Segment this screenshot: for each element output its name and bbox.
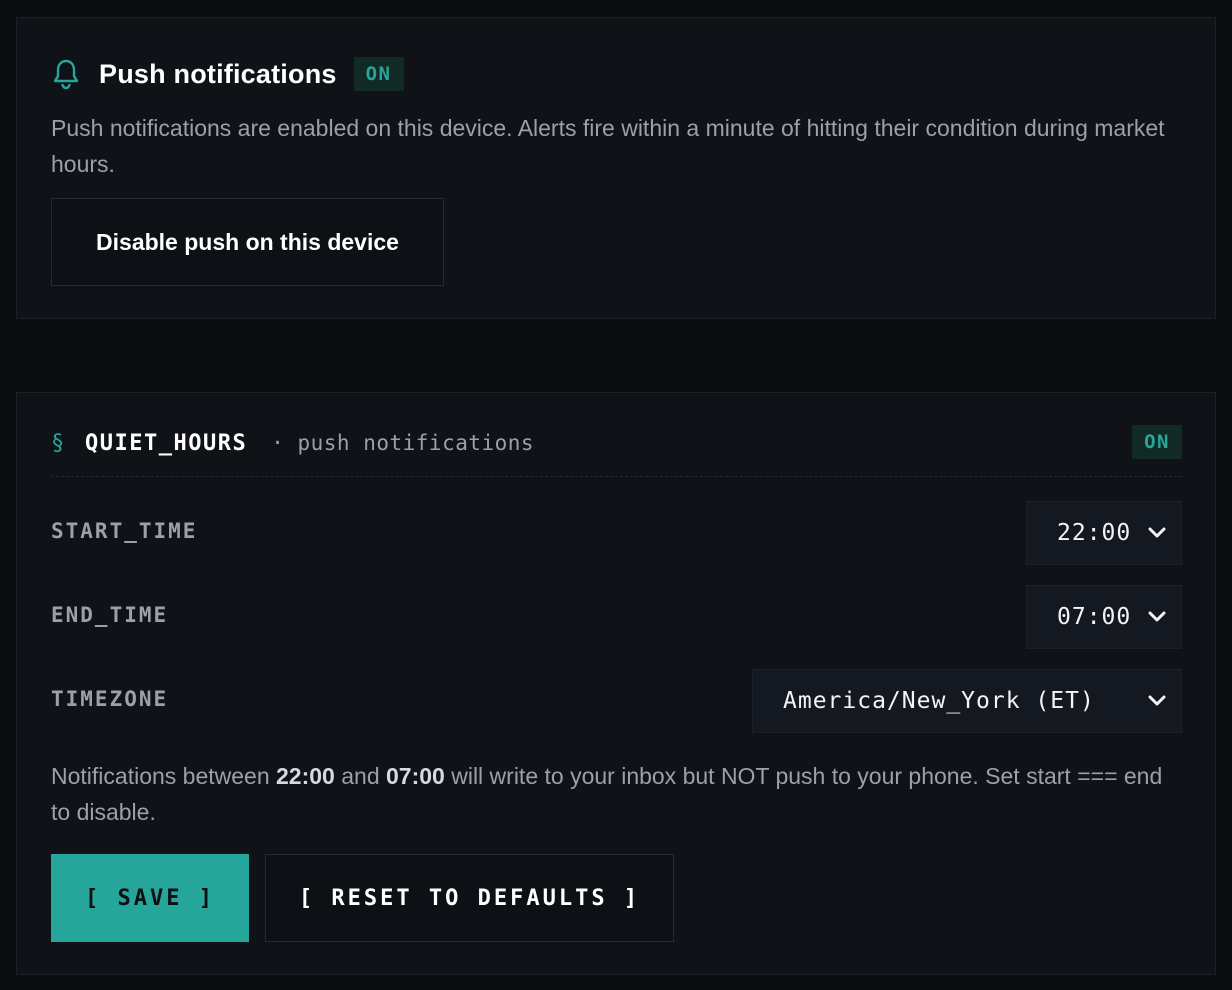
save-button[interactable]: [ SAVE ] <box>51 854 249 942</box>
header-divider <box>51 476 1182 477</box>
quiet-hours-subtitle: · push notifications <box>271 431 535 455</box>
timezone-value: America/New_York (ET) <box>783 688 1095 714</box>
quiet-hours-note: Notifications between 22:00 and 07:00 wi… <box>51 758 1171 830</box>
reset-to-defaults-button[interactable]: [ RESET TO DEFAULTS ] <box>265 854 674 942</box>
disable-push-button[interactable]: Disable push on this device <box>51 198 444 286</box>
end-time-label: END_TIME <box>51 603 169 627</box>
push-title: Push notifications <box>99 58 337 89</box>
quiet-hours-header: § QUIET_HOURS · push notifications <box>51 427 534 459</box>
note-text: and <box>334 763 386 789</box>
timezone-select[interactable]: America/New_York (ET) <box>752 669 1182 733</box>
chevron-down-icon <box>1147 691 1167 711</box>
end-time-value: 07:00 <box>1057 604 1132 630</box>
start-time-value: 22:00 <box>1057 520 1132 546</box>
note-end-time: 07:00 <box>386 763 445 789</box>
push-status-badge: ON <box>353 57 404 91</box>
note-text: Notifications between <box>51 763 277 789</box>
quiet-hours-card: § QUIET_HOURS · push notifications ON ST… <box>16 392 1216 975</box>
section-icon: § <box>51 430 65 456</box>
push-notifications-card: Push notifications ON Push notifications… <box>16 17 1216 319</box>
bell-icon <box>51 56 81 92</box>
end-time-select[interactable]: 07:00 <box>1026 585 1182 649</box>
push-header: Push notifications ON <box>51 56 404 92</box>
note-start-time: 22:00 <box>276 763 335 789</box>
timezone-label: TIMEZONE <box>51 687 169 711</box>
push-description: Push notifications are enabled on this d… <box>51 115 1165 177</box>
start-time-label: START_TIME <box>51 519 198 543</box>
quiet-hours-status-badge: ON <box>1132 425 1182 459</box>
chevron-down-icon <box>1147 607 1167 627</box>
quiet-hours-title: QUIET_HOURS <box>85 430 248 456</box>
start-time-select[interactable]: 22:00 <box>1026 501 1182 565</box>
chevron-down-icon <box>1147 523 1167 543</box>
